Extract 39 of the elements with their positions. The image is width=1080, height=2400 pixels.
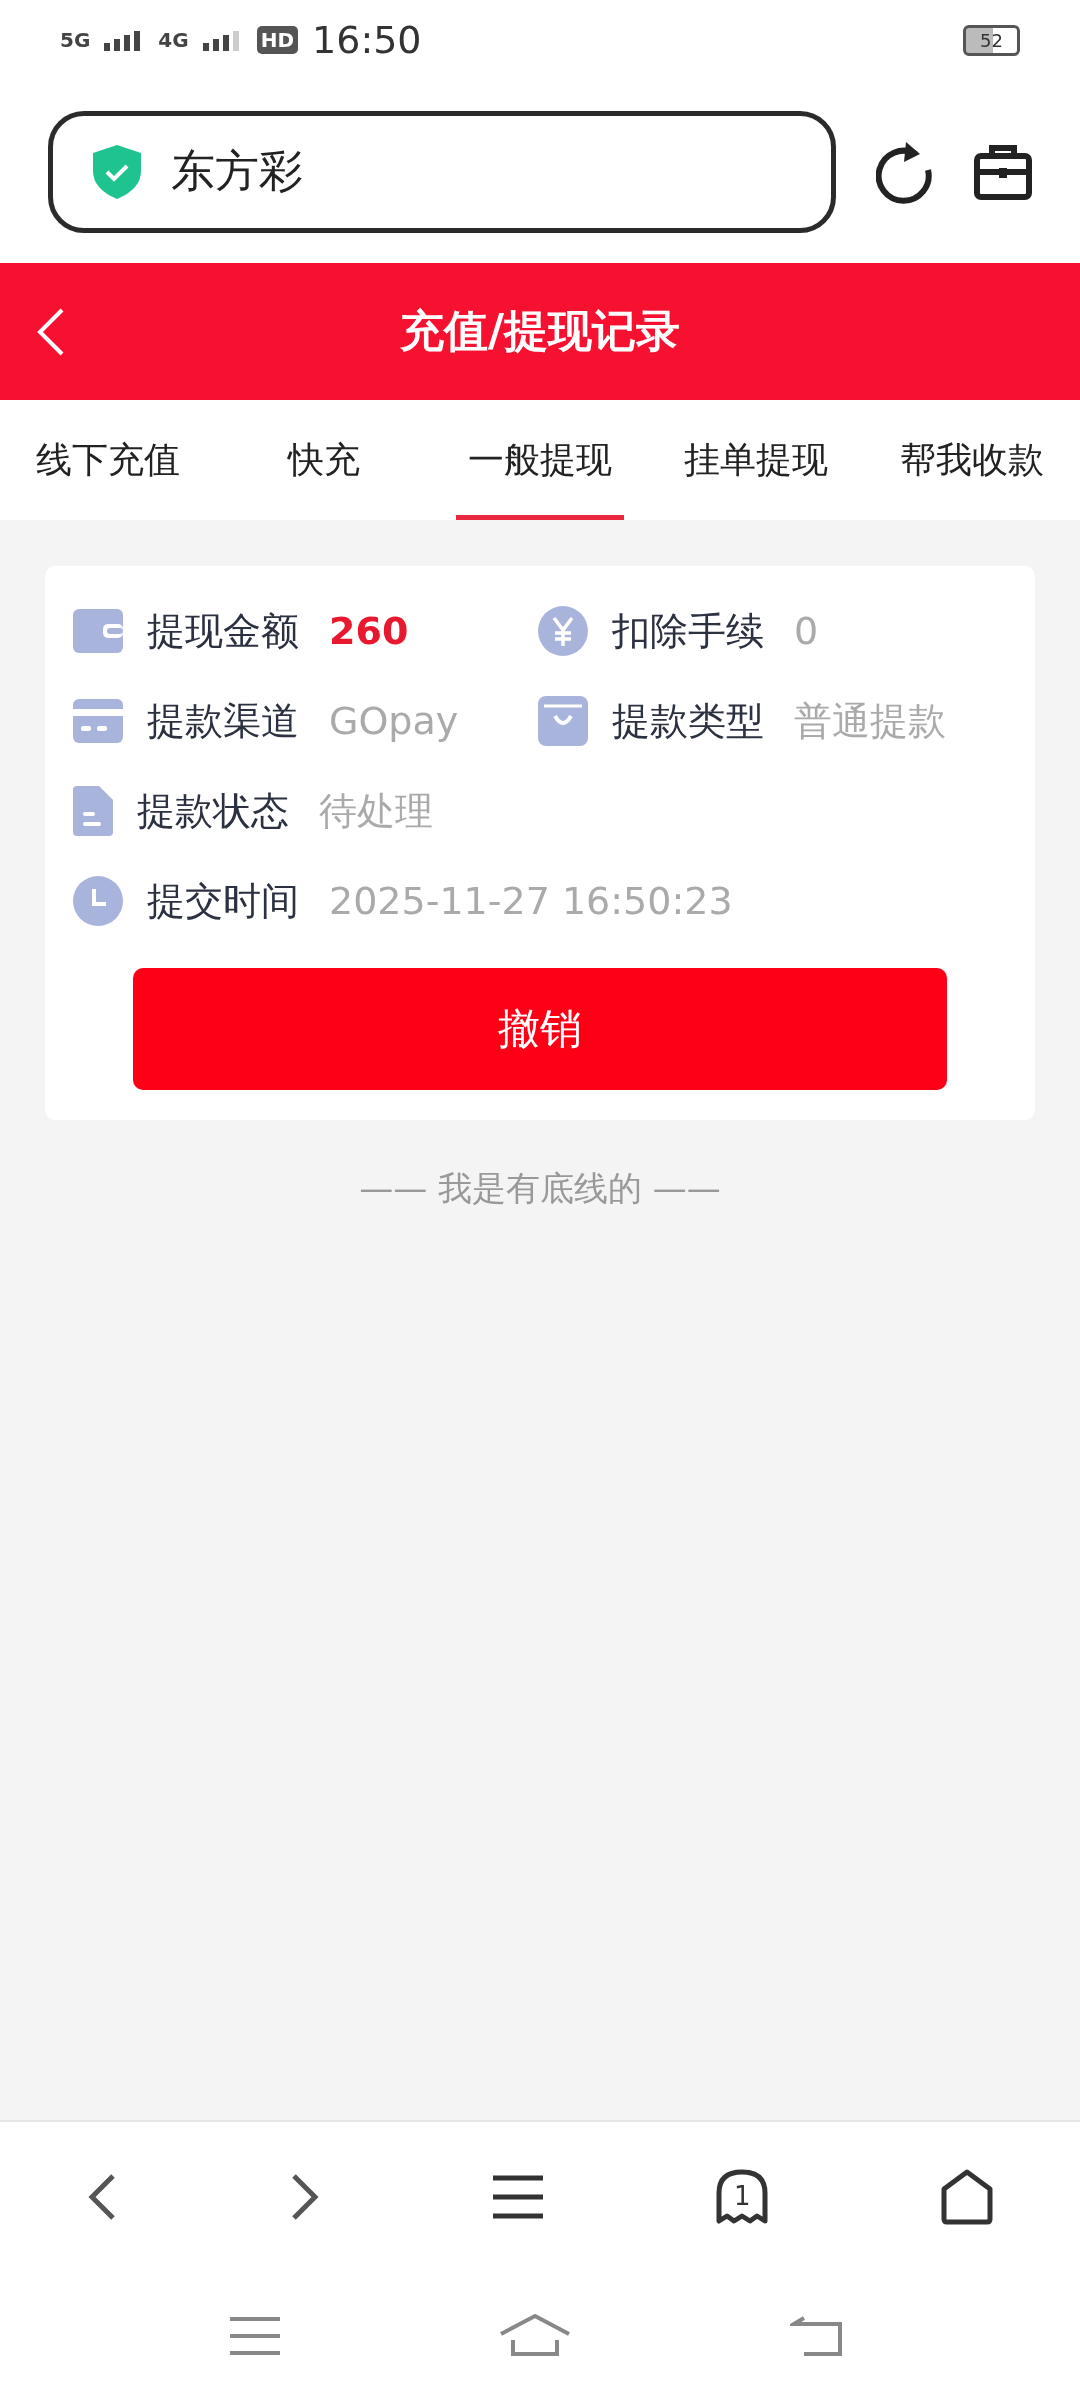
back-icon[interactable] (36, 307, 66, 357)
bag-icon (538, 696, 588, 746)
address-field[interactable]: 东方彩 (48, 110, 836, 233)
tabs-button[interactable]: 1 (716, 2169, 769, 2225)
field-value: 0 (794, 609, 819, 653)
yen-icon (538, 606, 588, 656)
field-label: 提交时间 (147, 877, 299, 925)
network-label: 4G (158, 28, 189, 52)
field-label: 扣除手续 (612, 607, 764, 655)
field-value: 2025-11-27 16:50:23 (329, 879, 733, 923)
card-icon (73, 699, 123, 743)
toolbox-icon[interactable] (974, 143, 1032, 200)
network-label: 5G (60, 28, 91, 52)
cancel-button[interactable]: 撤销 (133, 968, 947, 1090)
reload-icon[interactable] (876, 139, 934, 204)
end-of-list-note: —— 我是有底线的 —— (358, 1167, 722, 1210)
field-value: 普通提款 (794, 697, 946, 745)
tab[interactable]: 帮我收款 (864, 400, 1080, 520)
document-icon (73, 786, 113, 836)
clock-icon (73, 876, 123, 926)
field-value: GOpay (329, 699, 459, 743)
wallet-icon (73, 609, 123, 653)
tab[interactable]: 线下充值 (0, 400, 216, 520)
home-icon[interactable] (941, 2169, 994, 2225)
battery-level: 52 (963, 24, 1020, 56)
tab[interactable]: 快充 (216, 400, 432, 520)
amount-value: 260 (329, 609, 409, 653)
tab[interactable]: 一般提现 (432, 400, 648, 520)
menu-icon[interactable] (492, 2175, 543, 2219)
clock-time: 16:50 (312, 18, 422, 62)
tab[interactable]: 挂单提现 (648, 400, 864, 520)
field-value: 待处理 (319, 787, 433, 835)
field-label: 提款状态 (137, 787, 289, 835)
shield-icon (93, 144, 141, 199)
hd-badge: HD (256, 26, 299, 54)
page-title: 充值/提现记录 (399, 304, 681, 358)
field-label: 提款渠道 (147, 697, 299, 745)
field-label: 提现金额 (147, 607, 299, 655)
field-label: 提款类型 (612, 697, 764, 745)
